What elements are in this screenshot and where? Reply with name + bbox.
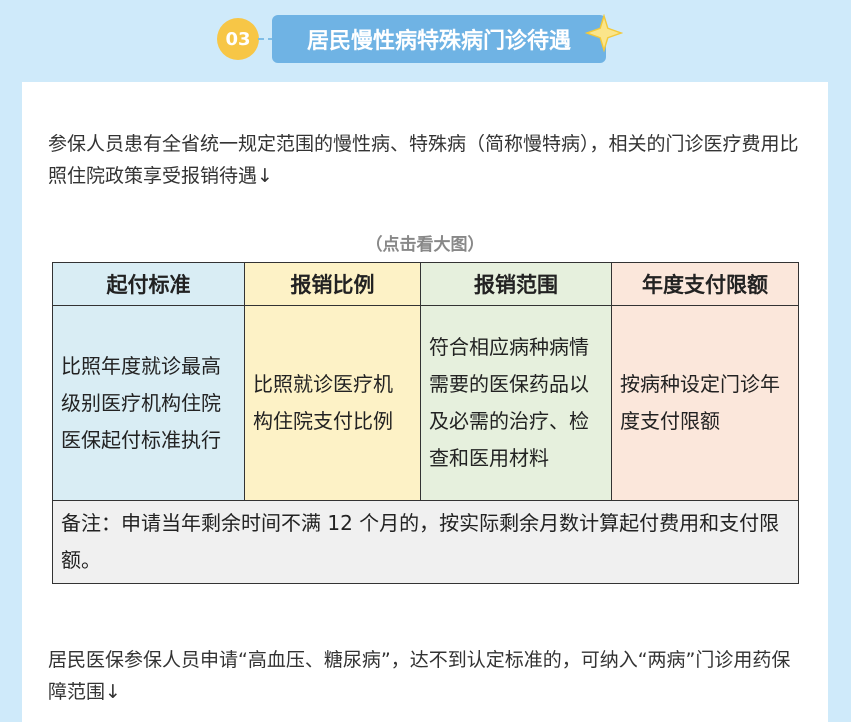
- section-number-badge: 03: [217, 18, 259, 60]
- table-note: 备注：申请当年剩余时间不满 12 个月的，按实际剩余月数计算起付费用和支付限额。: [52, 500, 799, 584]
- table-row: 比照年度就诊最高级别医疗机构住院医保起付标准执行 比照就诊医疗机构住院支付比例 …: [52, 305, 799, 501]
- star-icon: [585, 14, 623, 52]
- cell-ratio: 比照就诊医疗机构住院支付比例: [244, 305, 421, 501]
- header-annual-limit: 年度支付限额: [611, 262, 799, 306]
- header-deductible: 起付标准: [52, 262, 245, 306]
- content-card: 参保人员患有全省统一规定范围的慢性病、特殊病（简称慢特病），相关的门诊医疗费用比…: [22, 82, 828, 722]
- table-note-row: 备注：申请当年剩余时间不满 12 个月的，按实际剩余月数计算起付费用和支付限额。: [52, 500, 799, 584]
- cell-annual-limit: 按病种设定门诊年度支付限额: [611, 305, 799, 501]
- enlarge-caption[interactable]: （点击看大图）: [22, 230, 828, 255]
- outro-paragraph: 居民医保参保人员申请“高血压、糖尿病”，达不到认定标准的，可纳入“两病”门诊用药…: [48, 649, 791, 703]
- header-ratio: 报销比例: [244, 262, 421, 306]
- intro-paragraph: 参保人员患有全省统一规定范围的慢性病、特殊病（简称慢特病），相关的门诊医疗费用比…: [48, 133, 799, 187]
- table-header-row: 起付标准 报销比例 报销范围 年度支付限额: [52, 262, 799, 306]
- section-title: 居民慢性病特殊病门诊待遇: [272, 15, 606, 63]
- cell-deductible: 比照年度就诊最高级别医疗机构住院医保起付标准执行: [52, 305, 245, 501]
- benefit-table: 起付标准 报销比例 报销范围 年度支付限额 比照年度就诊最高级别医疗机构住院医保…: [52, 262, 799, 584]
- cell-scope: 符合相应病种病情需要的医保药品以及必需的治疗、检查和医用材料: [420, 305, 612, 501]
- section-header: 03 居民慢性病特殊病门诊待遇: [0, 0, 851, 80]
- header-scope: 报销范围: [420, 262, 612, 306]
